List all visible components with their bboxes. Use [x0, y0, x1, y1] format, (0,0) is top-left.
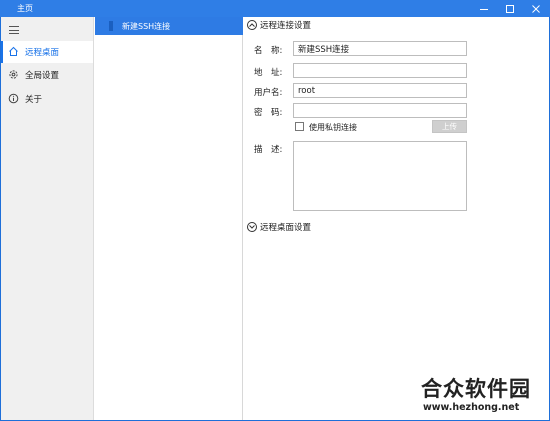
private-key-checkbox[interactable]	[295, 122, 304, 131]
gear-icon	[8, 69, 19, 80]
watermark-logo: 合众软件园	[421, 377, 531, 401]
upload-button[interactable]: 上传	[432, 120, 467, 133]
description-label: 描 述:	[254, 145, 283, 155]
connection-label: 新建SSH连接	[122, 22, 171, 31]
connection-list: 新建SSH连接	[95, 17, 243, 420]
sidebar: 远程桌面 全局设置 关于	[1, 17, 94, 420]
sidebar-item-label: 全局设置	[25, 71, 60, 81]
private-key-label: 使用私钥连接	[309, 123, 357, 132]
sidebar-item-label: 远程桌面	[25, 48, 60, 58]
description-field[interactable]	[293, 141, 467, 211]
info-icon	[8, 93, 19, 104]
remote-desktop-section-header[interactable]: 远程桌面设置	[247, 220, 311, 234]
close-icon	[532, 4, 540, 13]
app-window: 远程桌面 全局设置 关于 新建SSH连接 远程连接设置 名 称: 新建SSH连接…	[1, 17, 549, 420]
minimize-icon	[480, 8, 488, 10]
sidebar-item-about[interactable]: 关于	[1, 88, 93, 110]
address-label: 地 址:	[254, 68, 283, 78]
hamburger-menu-icon[interactable]	[9, 26, 19, 34]
chevron-up-icon	[247, 20, 257, 30]
section-title: 远程连接设置	[260, 21, 312, 31]
title-bar: 主页	[0, 0, 550, 17]
username-label: 用户名:	[254, 88, 283, 98]
home-icon	[8, 46, 19, 57]
username-field[interactable]	[293, 83, 467, 98]
chevron-down-icon	[247, 222, 257, 232]
section-title: 远程桌面设置	[260, 223, 312, 233]
address-field[interactable]	[293, 63, 467, 78]
list-item[interactable]: 新建SSH连接	[95, 17, 243, 35]
minimize-button[interactable]	[470, 0, 498, 17]
maximize-button[interactable]	[496, 0, 524, 17]
watermark: 合众软件园 www.hezhong.net	[413, 373, 543, 421]
watermark-url: www.hezhong.net	[423, 402, 520, 413]
name-label: 名 称:	[254, 46, 283, 56]
close-button[interactable]	[522, 0, 550, 17]
password-field[interactable]	[293, 103, 467, 118]
connection-detail: 远程连接设置 名 称: 地 址: 用户名: 密 码: 使用私钥连接 上传 描 述…	[244, 17, 549, 420]
sidebar-item-global-settings[interactable]: 全局设置	[1, 64, 93, 86]
remote-connection-section-header[interactable]: 远程连接设置	[247, 18, 311, 32]
maximize-icon	[506, 4, 514, 13]
connection-marker	[109, 21, 113, 31]
password-label: 密 码:	[254, 108, 283, 118]
window-title: 主页	[17, 4, 33, 13]
sidebar-item-label: 关于	[25, 95, 43, 105]
sidebar-item-remote-desktop[interactable]: 远程桌面	[1, 41, 93, 63]
name-field[interactable]	[293, 41, 467, 56]
